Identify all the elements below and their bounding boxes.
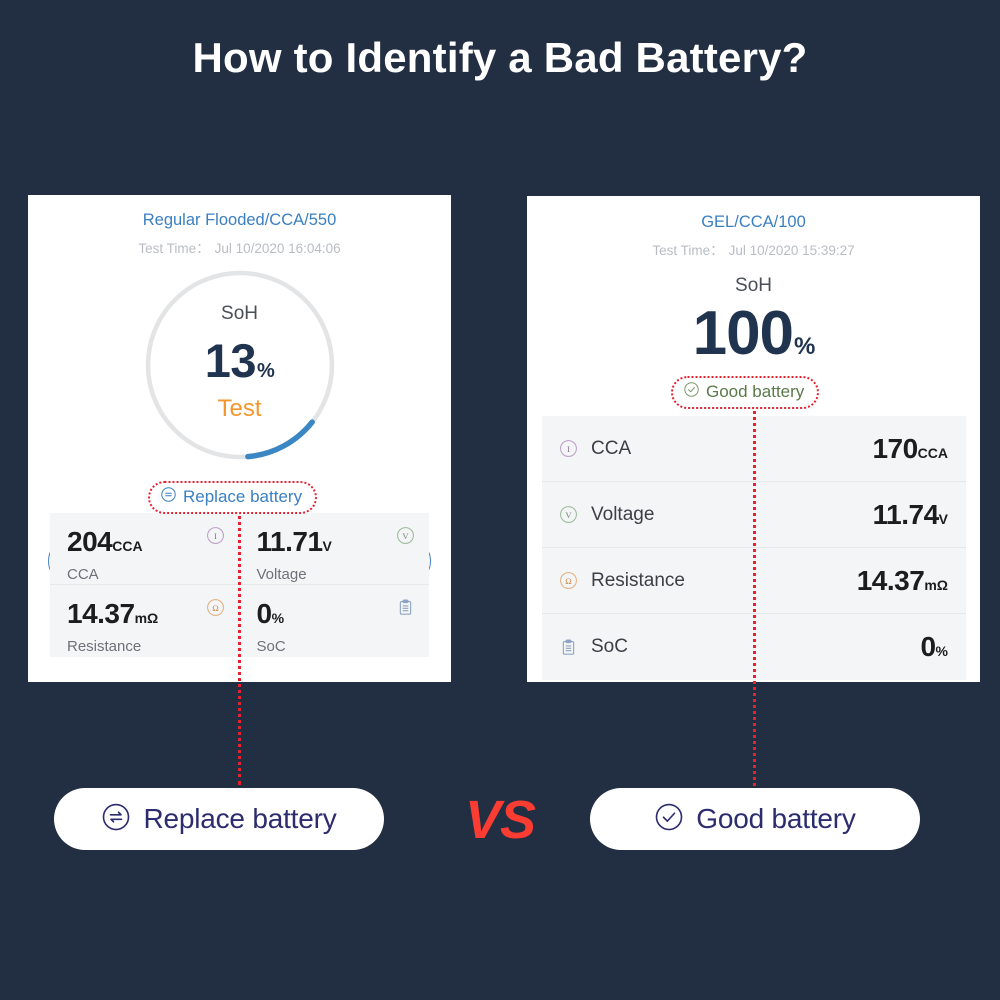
metric-label-resistance: Resistance <box>67 638 142 655</box>
current-icon: I <box>206 526 225 550</box>
svg-text:I: I <box>567 444 570 454</box>
metric-label-soc: SoC <box>256 638 286 655</box>
svg-text:V: V <box>402 531 409 541</box>
row-unit-voltage: V <box>938 510 948 527</box>
metric-unit-voltage: V <box>322 538 332 554</box>
bad-card-title: Regular Flooded/CCA/550 <box>142 211 337 229</box>
svg-text:Ω: Ω <box>212 603 218 613</box>
row-value-resistance: 14.37mΩ <box>857 565 948 597</box>
metric-label-cca: CCA <box>67 566 99 583</box>
gauge-test-button[interactable]: Test <box>140 395 340 423</box>
svg-text:V: V <box>565 510 572 520</box>
page-title: How to Identify a Bad Battery? <box>192 34 808 81</box>
row-unit-cca: CCA <box>917 444 948 461</box>
row-value-cca: 170CCA <box>872 433 948 465</box>
voltage-icon: V <box>396 526 415 550</box>
status-badge-replace-battery: Replace battery <box>148 481 318 514</box>
good-soh-value: 100% <box>527 301 980 366</box>
metric-unit-soc: % <box>271 610 285 626</box>
good-card-test-time: Test Time： Jul 10/2020 15:39:27 <box>527 239 980 259</box>
row-number-soc: 0 <box>920 631 936 662</box>
metric-unit-cca: CCA <box>112 538 143 554</box>
status-badge-replace-text: Replace battery <box>183 487 303 506</box>
row-number-resistance: 14.37 <box>856 564 925 596</box>
good-card-title: GEL/CCA/100 <box>701 213 806 231</box>
status-badge-good-battery: Good battery <box>671 376 820 409</box>
soc-icon <box>396 598 415 622</box>
bad-test-time-value: Jul 10/2020 16:04:06 <box>214 241 341 256</box>
row-label-cca: CCA <box>591 437 632 459</box>
gauge-value-number: 13 <box>204 334 257 387</box>
metric-cell-cca: 204CCA CCA I <box>50 513 240 585</box>
conclusion-pill-good-battery: Good battery <box>590 788 920 850</box>
row-value-soc: 0% <box>920 631 948 663</box>
resistance-icon: Ω <box>559 571 585 590</box>
good-soh-label: SoH <box>735 275 772 296</box>
good-test-time-label: Test Time： <box>652 243 724 258</box>
good-test-time-value: Jul 10/2020 15:39:27 <box>728 243 855 258</box>
row-number-cca: 170 <box>872 432 918 464</box>
row-number-voltage: 11.74 <box>872 498 940 530</box>
soh-gauge: SoH 13% Test <box>140 265 340 465</box>
svg-text:Ω: Ω <box>565 576 571 586</box>
metric-number-voltage: 11.71 <box>256 526 324 557</box>
connector-line-bad <box>238 497 241 785</box>
row-label-resistance: Resistance <box>591 569 685 591</box>
gauge-value: 13% <box>140 333 340 388</box>
good-battery-icon <box>683 381 700 403</box>
metric-number-resistance: 14.37 <box>67 598 135 629</box>
current-icon: I <box>559 439 585 458</box>
connector-line-good <box>753 392 756 786</box>
row-unit-soc: % <box>935 643 948 659</box>
bad-test-time-label: Test Time： <box>138 241 210 256</box>
resistance-icon: Ω <box>206 598 225 622</box>
metric-number-cca: 204 <box>67 526 113 557</box>
voltage-icon: V <box>559 505 585 524</box>
row-value-voltage: 11.74V <box>873 499 948 531</box>
metric-unit-resistance: mΩ <box>134 610 159 626</box>
row-label-voltage: Voltage <box>591 503 655 525</box>
soc-icon <box>559 638 585 657</box>
good-battery-icon <box>654 802 684 837</box>
status-badge-good-text: Good battery <box>706 382 805 401</box>
good-soh-unit: % <box>794 333 815 360</box>
metric-cell-voltage: 11.71V Voltage V <box>239 513 429 585</box>
poster-root: How to Identify a Bad Battery? Regular F… <box>0 0 1000 1000</box>
metric-number-soc: 0 <box>256 598 273 629</box>
metric-cell-soc: 0% SoC <box>240 585 430 657</box>
good-soh-number: 100 <box>692 299 794 368</box>
metric-label-voltage: Voltage <box>256 566 307 583</box>
svg-text:I: I <box>214 531 217 541</box>
row-unit-resistance: mΩ <box>924 576 948 593</box>
gauge-label: SoH <box>221 303 258 324</box>
conclusion-good-text: Good battery <box>696 803 856 834</box>
bad-card-test-time: Test Time： Jul 10/2020 16:04:06 <box>28 237 451 257</box>
replace-battery-icon <box>160 486 177 508</box>
gauge-value-unit: % <box>256 360 275 382</box>
metric-cell-resistance: 14.37mΩ Resistance Ω <box>50 585 240 657</box>
